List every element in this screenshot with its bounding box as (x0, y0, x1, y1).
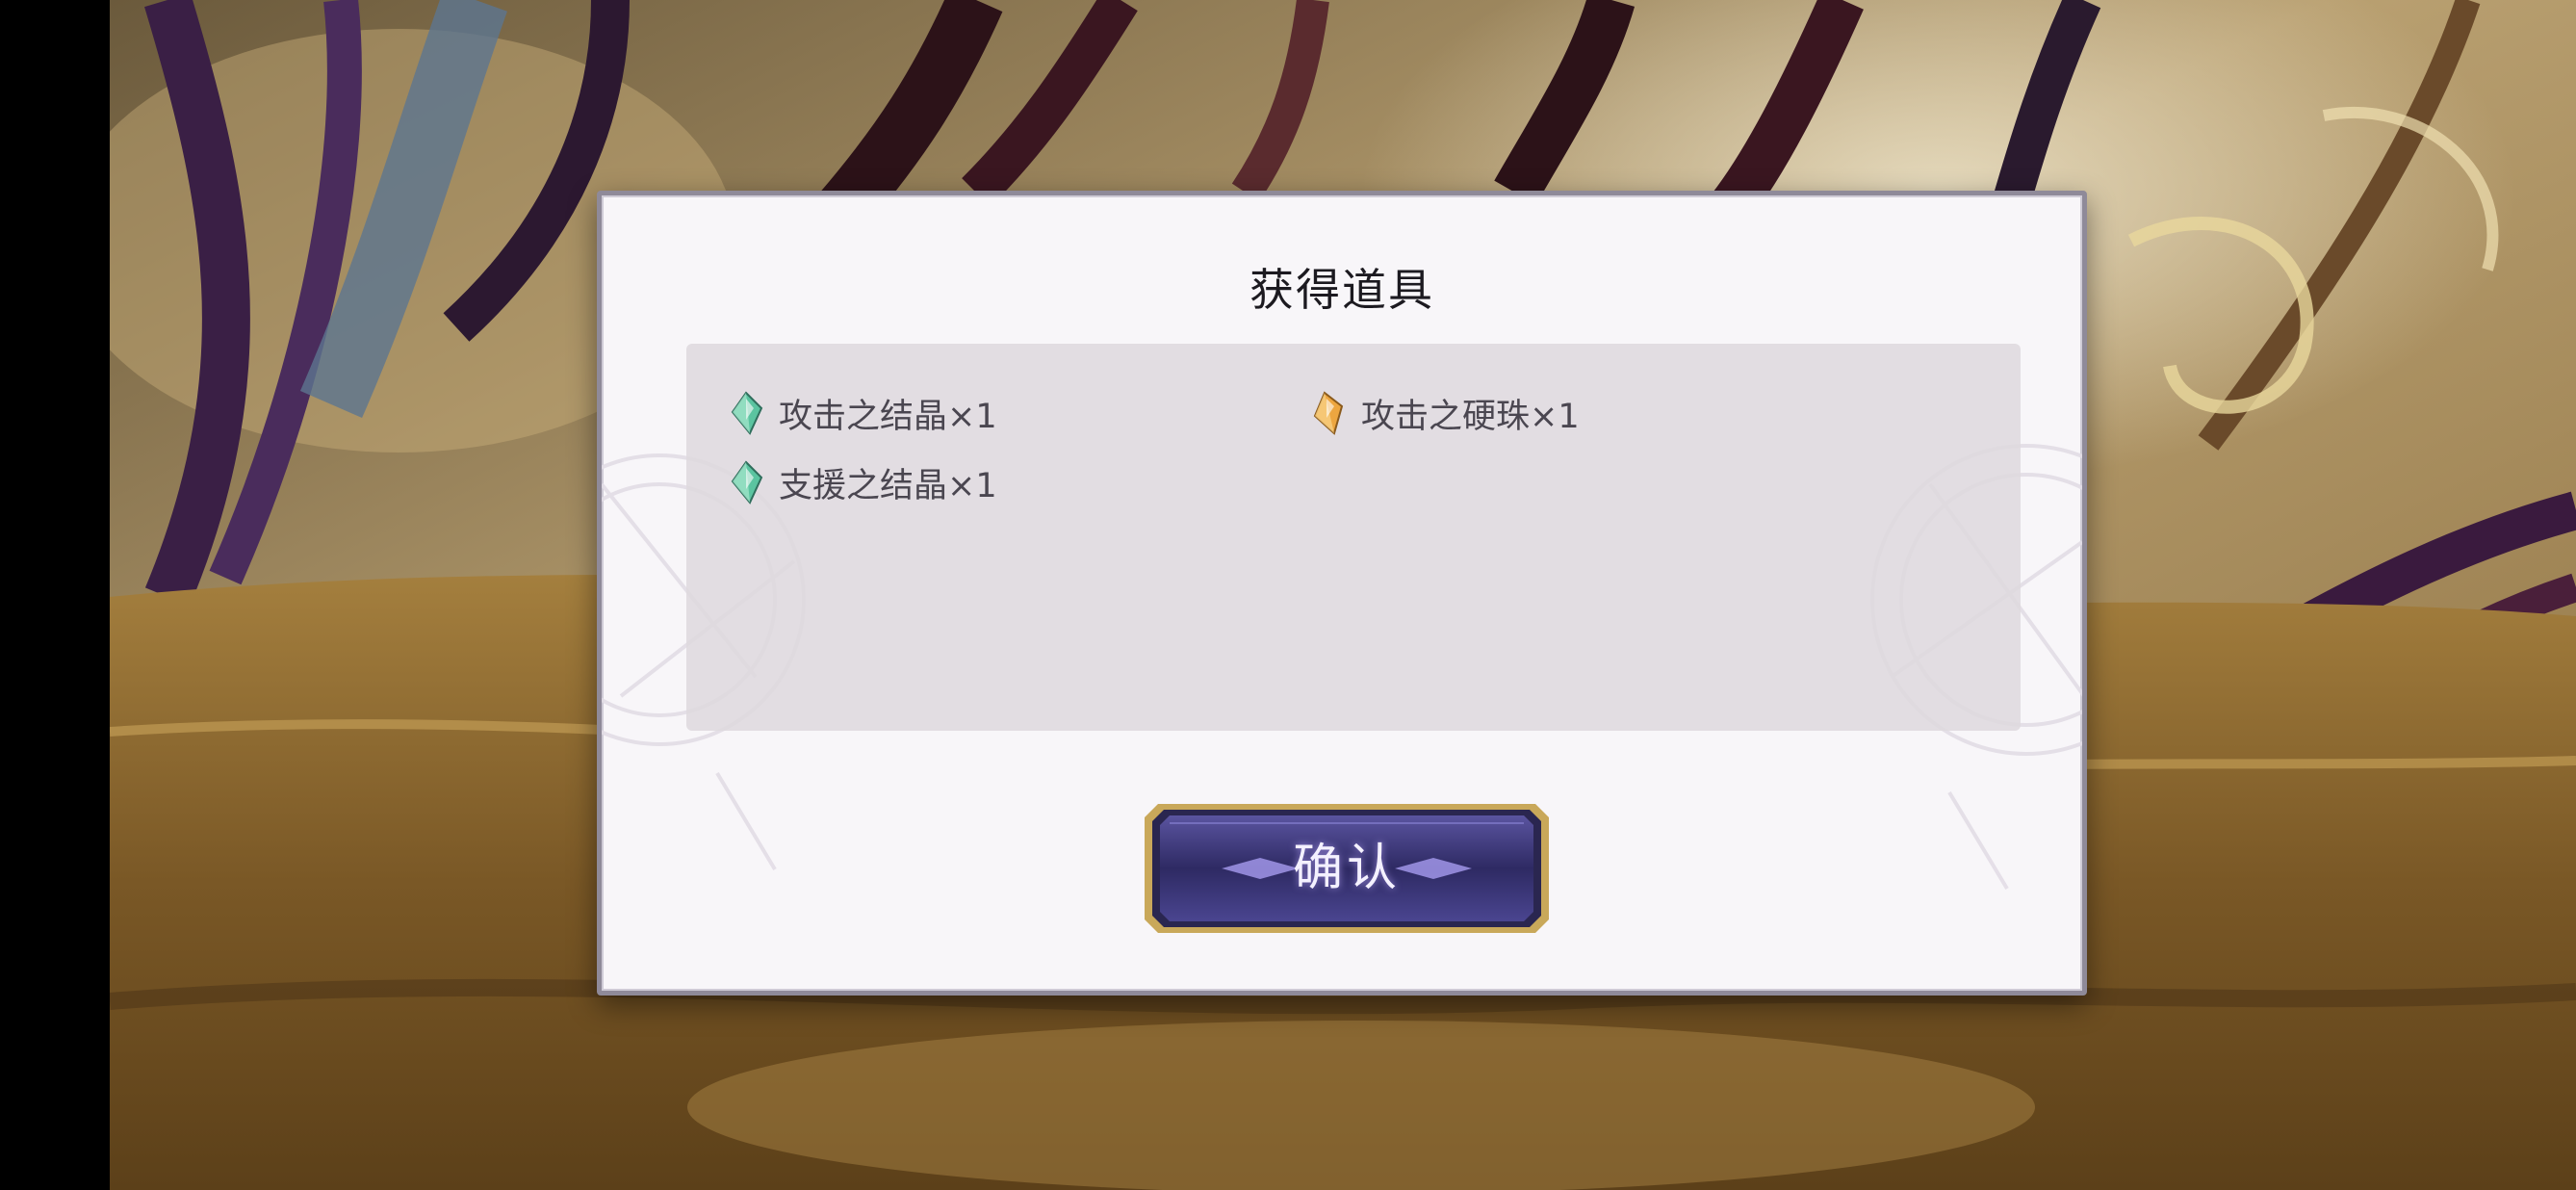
item-reward-dialog: 获得道具 攻击之结晶×1 攻击之硬珠×1 支援之结晶×1 确认 (597, 191, 2087, 996)
reward-item: 攻击之结晶×1 (727, 386, 997, 440)
letterbox-bar (0, 0, 110, 1190)
green-crystal-icon (731, 391, 763, 435)
reward-list-panel: 攻击之结晶×1 攻击之硬珠×1 支援之结晶×1 (686, 344, 2021, 731)
green-crystal-icon (731, 460, 763, 504)
reward-item: 攻击之硬珠×1 (1309, 386, 1580, 440)
dialog-title: 获得道具 (1249, 264, 1434, 316)
confirm-label: 确认 (1292, 840, 1401, 897)
confirm-button[interactable]: 确认 (1141, 800, 1553, 937)
reward-label: 攻击之结晶×1 (779, 397, 997, 436)
reward-label: 攻击之硬珠×1 (1361, 397, 1580, 436)
reward-label: 支援之结晶×1 (779, 466, 997, 505)
orange-gem-icon (1313, 391, 1344, 435)
game-scene: 获得道具 攻击之结晶×1 攻击之硬珠×1 支援之结晶×1 确认 (0, 0, 2576, 1190)
reward-item: 支援之结晶×1 (727, 455, 997, 509)
